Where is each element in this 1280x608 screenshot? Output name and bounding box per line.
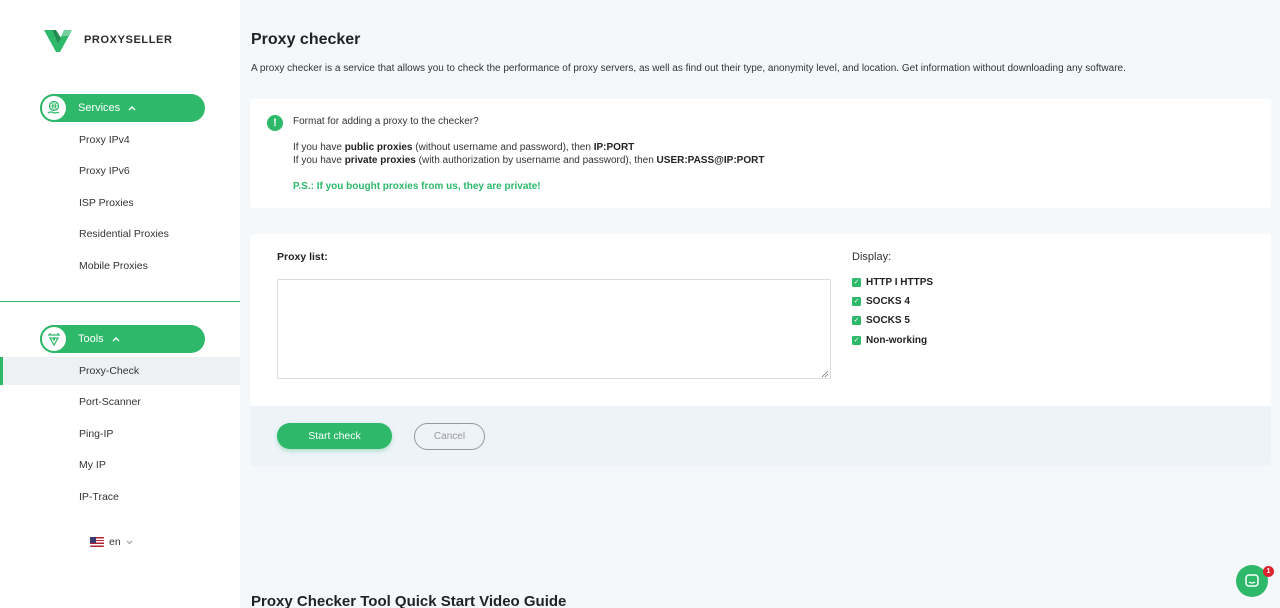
sidebar-item-ping-ip[interactable]: Ping-IP bbox=[0, 420, 240, 448]
proxyseller-logo-icon bbox=[44, 30, 72, 52]
sidebar-divider bbox=[0, 301, 240, 302]
page-description: A proxy checker is a service that allows… bbox=[251, 63, 1126, 74]
tools-icon bbox=[40, 325, 68, 353]
format-info-card: ! Format for adding a proxy to the check… bbox=[250, 99, 1271, 208]
checkbox-checked-icon: ✓ bbox=[852, 278, 861, 287]
sidebar-item-isp-proxies[interactable]: ISP Proxies bbox=[0, 189, 240, 217]
services-label: Services bbox=[78, 102, 121, 114]
checkbox-checked-icon: ✓ bbox=[852, 316, 861, 325]
checkbox-socks5[interactable]: ✓ SOCKS 5 bbox=[852, 315, 910, 326]
checkbox-socks4[interactable]: ✓ SOCKS 4 bbox=[852, 296, 910, 307]
page-title: Proxy checker bbox=[251, 31, 361, 48]
cancel-button[interactable]: Cancel bbox=[414, 423, 485, 450]
sidebar: PROXYSELLER Services Proxy IPv4 Proxy IP… bbox=[0, 0, 240, 608]
sidebar-item-my-ip[interactable]: My IP bbox=[0, 451, 240, 479]
sidebar-item-residential-proxies[interactable]: Residential Proxies bbox=[0, 220, 240, 248]
form-footer bbox=[250, 406, 1271, 466]
format-question: Format for adding a proxy to the checker… bbox=[293, 116, 479, 127]
resize-grip-icon[interactable] bbox=[821, 370, 829, 378]
language-label: en bbox=[109, 536, 121, 548]
sidebar-item-mobile-proxies[interactable]: Mobile Proxies bbox=[0, 252, 240, 280]
language-selector[interactable]: en bbox=[90, 536, 133, 548]
checkbox-checked-icon: ✓ bbox=[852, 297, 861, 306]
sidebar-item-port-scanner[interactable]: Port-Scanner bbox=[0, 388, 240, 416]
chat-notification-badge: 1 bbox=[1263, 566, 1274, 577]
private-proxy-format-line: If you have private proxies (with author… bbox=[293, 155, 765, 166]
tools-group-toggle[interactable]: Tools bbox=[40, 325, 205, 353]
start-check-button[interactable]: Start check bbox=[277, 423, 392, 449]
chevron-up-icon bbox=[112, 334, 120, 344]
display-label: Display: bbox=[852, 251, 892, 263]
logo[interactable]: PROXYSELLER bbox=[42, 26, 173, 54]
proxy-list-label: Proxy list: bbox=[277, 251, 328, 263]
video-guide-title: Proxy Checker Tool Quick Start Video Gui… bbox=[251, 593, 567, 608]
logo-text: PROXYSELLER bbox=[84, 34, 173, 46]
private-proxy-note: P.S.: If you bought proxies from us, the… bbox=[293, 181, 541, 192]
checkbox-non-working[interactable]: ✓ Non-working bbox=[852, 335, 927, 346]
proxy-list-input[interactable] bbox=[277, 279, 831, 379]
public-proxy-format-line: If you have public proxies (without user… bbox=[293, 142, 635, 153]
services-group-toggle[interactable]: Services bbox=[40, 94, 205, 122]
tools-label: Tools bbox=[78, 333, 104, 345]
checkbox-http-https[interactable]: ✓ HTTP I HTTPS bbox=[852, 277, 933, 288]
exclamation-icon: ! bbox=[267, 115, 283, 131]
proxy-checker-form: Proxy list: Display: ✓ HTTP I HTTPS ✓ SO… bbox=[250, 234, 1271, 466]
chat-icon bbox=[1245, 574, 1259, 587]
sidebar-item-ip-trace[interactable]: IP-Trace bbox=[0, 483, 240, 511]
globe-hand-icon bbox=[40, 94, 68, 122]
sidebar-item-proxy-ipv4[interactable]: Proxy IPv4 bbox=[0, 126, 240, 154]
us-flag-icon bbox=[90, 537, 104, 547]
chevron-up-icon bbox=[128, 103, 136, 113]
chevron-down-icon bbox=[126, 538, 133, 547]
sidebar-item-proxy-ipv6[interactable]: Proxy IPv6 bbox=[0, 157, 240, 185]
sidebar-item-proxy-check[interactable]: Proxy-Check bbox=[0, 357, 240, 385]
checkbox-checked-icon: ✓ bbox=[852, 336, 861, 345]
